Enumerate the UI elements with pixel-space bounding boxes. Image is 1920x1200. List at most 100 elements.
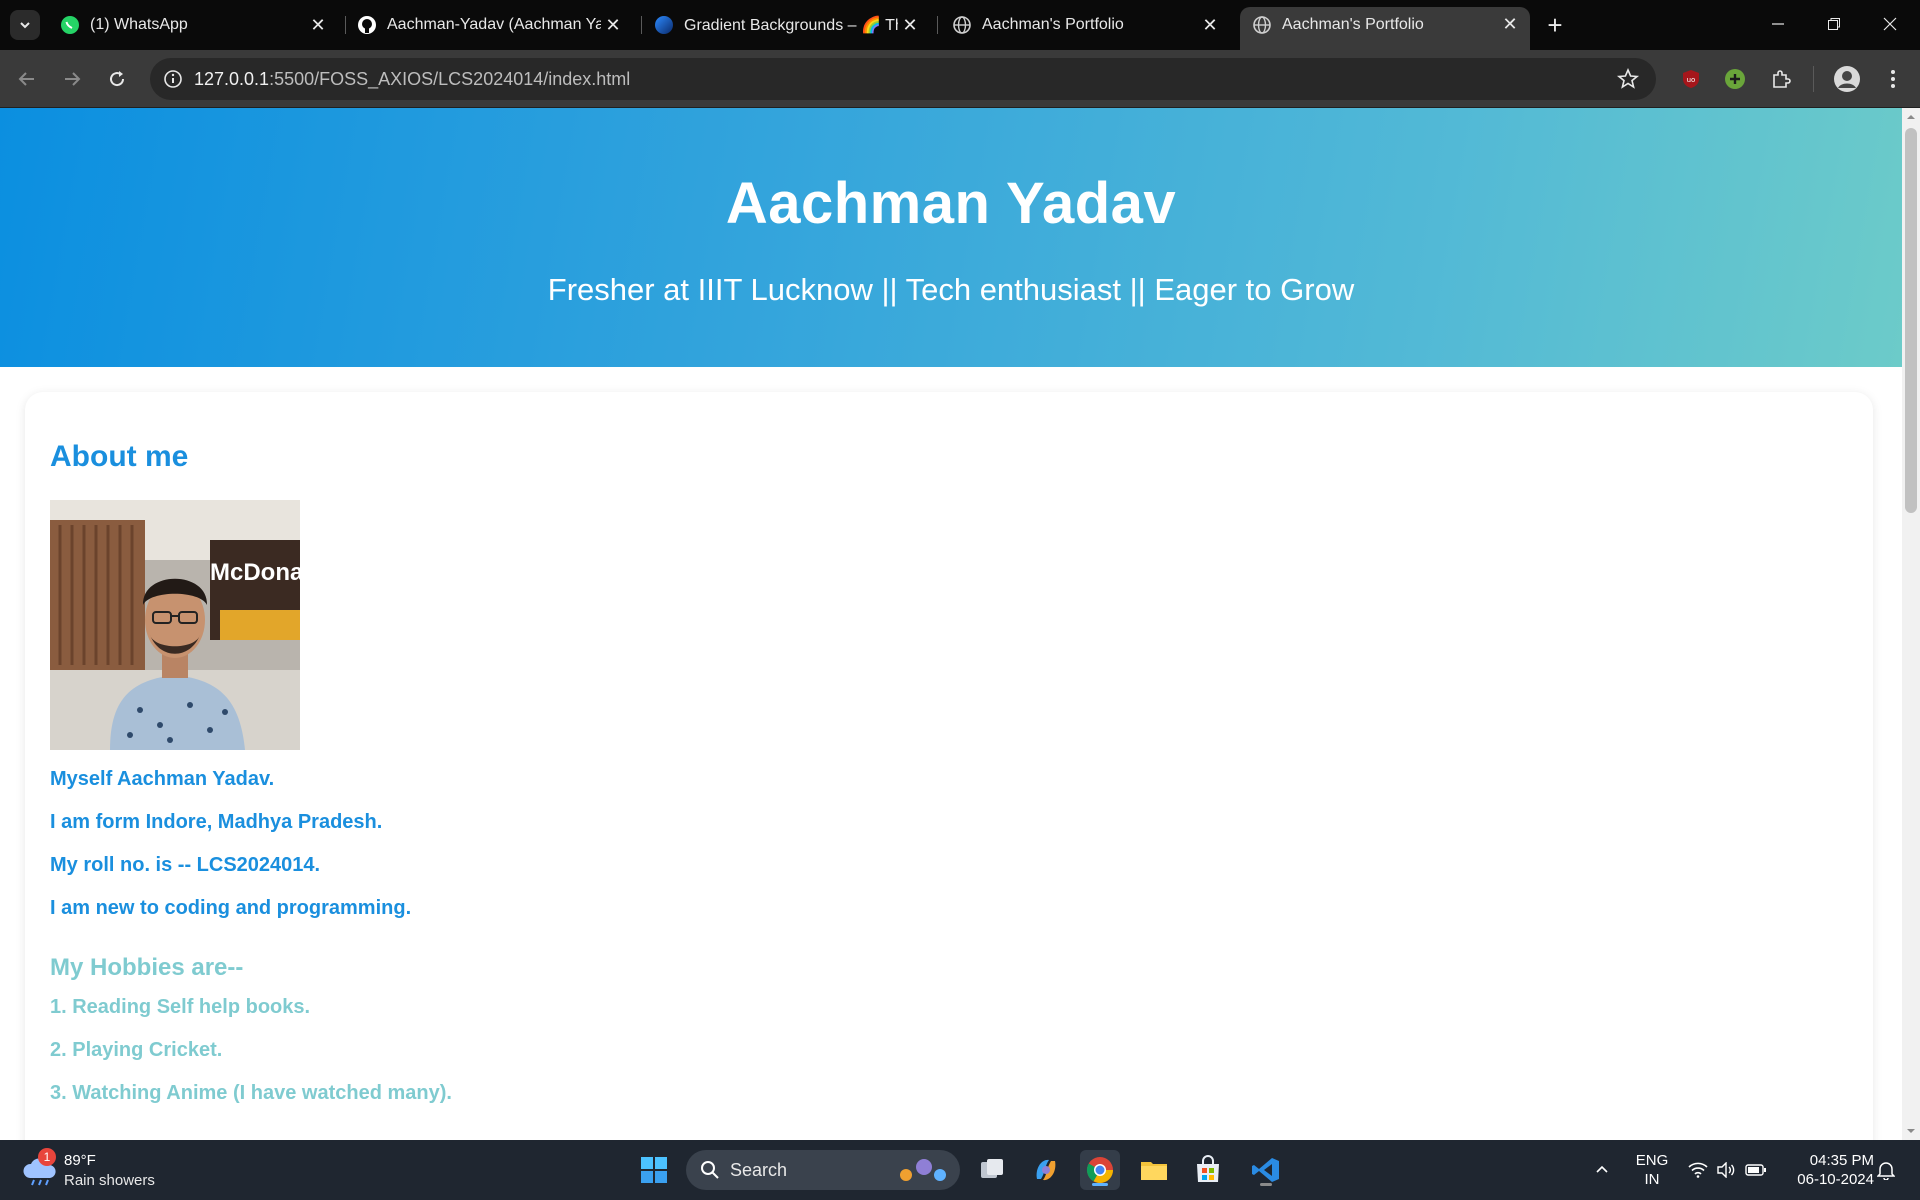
page-scrollbar[interactable]: [1902, 108, 1920, 1140]
url-text[interactable]: 127.0.0.1:5500/FOSS_AXIOS/LCS2024014/ind…: [194, 69, 630, 90]
restore-button[interactable]: [1806, 0, 1862, 48]
copilot-button[interactable]: [1026, 1150, 1066, 1190]
start-button[interactable]: [634, 1150, 674, 1190]
hobby-item: 1. Reading Self help books.: [50, 996, 311, 1018]
about-line: I am form Indore, Madhya Pradesh.: [50, 811, 383, 833]
hobbies-heading: My Hobbies are--: [50, 954, 244, 981]
reload-button[interactable]: [100, 62, 134, 96]
clock-time: 04:35 PM: [1809, 1152, 1874, 1169]
close-icon[interactable]: ✕: [1198, 13, 1222, 37]
search-label: Search: [730, 1159, 788, 1180]
weather-condition: Rain showers: [64, 1172, 155, 1189]
tab-github[interactable]: Aachman-Yadav (Aachman Yadav) ✕: [345, 8, 633, 42]
tab-search-button[interactable]: [10, 10, 40, 40]
about-card: About me McDona Myself Aachman Yadav. I …: [25, 392, 1873, 1140]
vscode-icon: [1252, 1158, 1279, 1182]
hero-header: Aachman Yadav Fresher at IIIT Lucknow ||…: [0, 108, 1902, 367]
arrow-left-icon: [18, 72, 34, 86]
tab-whatsapp[interactable]: (1) WhatsApp ✕: [48, 8, 338, 42]
chrome-icon: [1086, 1157, 1114, 1184]
restore-icon: [1828, 18, 1840, 30]
tab-portfolio[interactable]: Aachman's Portfolio ✕: [940, 8, 1230, 42]
tab-title: Aachman's Portfolio: [1282, 15, 1424, 33]
extensions-puzzle-icon[interactable]: [1766, 64, 1796, 94]
volume-icon[interactable]: [1712, 1140, 1740, 1200]
tab-strip: (1) WhatsApp ✕ Aachman-Yadav (Aachman Ya…: [0, 0, 1920, 50]
reload-icon: [110, 71, 125, 87]
weather-temp: 89°F: [64, 1152, 96, 1169]
globe-icon: [1252, 15, 1272, 35]
tab-portfolio-active[interactable]: Aachman's Portfolio ✕: [1240, 7, 1530, 50]
windows-logo-icon: [641, 1157, 667, 1183]
photo-sign-text: McDona: [210, 559, 300, 586]
about-line: Myself Aachman Yadav.: [50, 768, 275, 790]
address-bar[interactable]: 127.0.0.1:5500/FOSS_AXIOS/LCS2024014/ind…: [150, 58, 1656, 100]
minimize-button[interactable]: [1750, 0, 1806, 48]
arrow-right-icon: [65, 72, 81, 86]
battery-icon[interactable]: [1742, 1140, 1770, 1200]
svg-text:uo: uo: [1687, 76, 1696, 84]
vscode-button[interactable]: [1246, 1150, 1286, 1190]
scroll-down-arrow-icon[interactable]: [1902, 1122, 1920, 1140]
minimize-icon: [1772, 23, 1784, 25]
weather-widget[interactable]: 1 89°F Rain showers: [20, 1148, 170, 1192]
gradient-globe-icon: [654, 15, 674, 35]
about-heading: About me: [50, 440, 189, 473]
globe-icon: [952, 15, 972, 35]
url-path: :5500/FOSS_AXIOS/LCS2024014/index.html: [269, 68, 631, 89]
plus-icon: +: [1547, 9, 1563, 40]
forward-button[interactable]: [55, 62, 89, 96]
page-viewport: Aachman Yadav Fresher at IIIT Lucknow ||…: [0, 108, 1902, 1140]
task-view-icon: [981, 1159, 1003, 1178]
close-icon[interactable]: ✕: [601, 13, 625, 37]
bookmark-star-icon[interactable]: [1616, 67, 1640, 96]
tray-overflow-chevron-icon[interactable]: [1588, 1140, 1616, 1200]
scroll-up-arrow-icon[interactable]: [1902, 108, 1920, 126]
chevron-down-icon: [20, 22, 30, 29]
hobby-item: 3. Watching Anime (I have watched many).: [50, 1082, 452, 1104]
windows-taskbar: 1 89°F Rain showers Search ENG IN 04:35 …: [0, 1140, 1920, 1200]
close-icon[interactable]: ✕: [1498, 13, 1522, 37]
notification-bell-icon[interactable]: [1872, 1140, 1900, 1200]
add-extension-icon[interactable]: [1720, 64, 1750, 94]
close-icon[interactable]: ✕: [306, 13, 330, 37]
scrollbar-thumb[interactable]: [1905, 128, 1917, 513]
back-button[interactable]: [10, 62, 44, 96]
about-line: My roll no. is -- LCS2024014.: [50, 854, 321, 876]
site-info-icon[interactable]: [152, 58, 194, 100]
task-view-button[interactable]: [972, 1150, 1012, 1190]
close-icon[interactable]: ✕: [898, 13, 922, 37]
wifi-icon[interactable]: [1684, 1140, 1712, 1200]
hobby-item: 2. Playing Cricket.: [50, 1039, 223, 1061]
search-icon: [701, 1161, 719, 1179]
file-explorer-button[interactable]: [1134, 1150, 1174, 1190]
taskbar-search[interactable]: Search: [686, 1150, 960, 1190]
new-tab-button[interactable]: +: [1540, 10, 1570, 40]
system-clock[interactable]: 04:35 PM 06-10-2024: [1784, 1151, 1874, 1189]
close-window-button[interactable]: [1862, 0, 1918, 48]
clock-date: 06-10-2024: [1797, 1171, 1874, 1188]
about-line: I am new to coding and programming.: [50, 897, 412, 919]
profile-avatar[interactable]: [1832, 64, 1862, 94]
profile-photo: McDona: [50, 500, 300, 750]
microsoft-store-button[interactable]: [1188, 1150, 1228, 1190]
tab-gradient-backgrounds[interactable]: Gradient Backgrounds – 🌈 The ✕: [642, 8, 930, 42]
tab-title: (1) WhatsApp: [90, 16, 188, 33]
browser-toolbar: 127.0.0.1:5500/FOSS_AXIOS/LCS2024014/ind…: [0, 50, 1920, 108]
tagline: Fresher at IIIT Lucknow || Tech enthusia…: [547, 272, 1355, 307]
whatsapp-icon: [60, 15, 80, 35]
close-icon: [1883, 17, 1897, 31]
search-highlight-illustration-icon: [900, 1159, 946, 1181]
language-region: IN: [1644, 1171, 1660, 1188]
notification-badge: 1: [38, 1148, 56, 1166]
language-indicator[interactable]: ENG IN: [1632, 1151, 1672, 1189]
github-icon: [357, 15, 377, 35]
chrome-taskbar-button[interactable]: [1080, 1150, 1120, 1190]
tab-title: Aachman-Yadav (Aachman Yadav): [387, 16, 601, 33]
page-title: Aachman Yadav: [725, 171, 1177, 236]
ublock-extension-icon[interactable]: uo: [1676, 64, 1706, 94]
language-code: ENG: [1635, 1152, 1669, 1169]
menu-kebab-icon[interactable]: [1878, 64, 1908, 94]
folder-icon: [1141, 1162, 1167, 1180]
tab-title: Gradient Backgrounds – 🌈 The: [684, 17, 898, 34]
